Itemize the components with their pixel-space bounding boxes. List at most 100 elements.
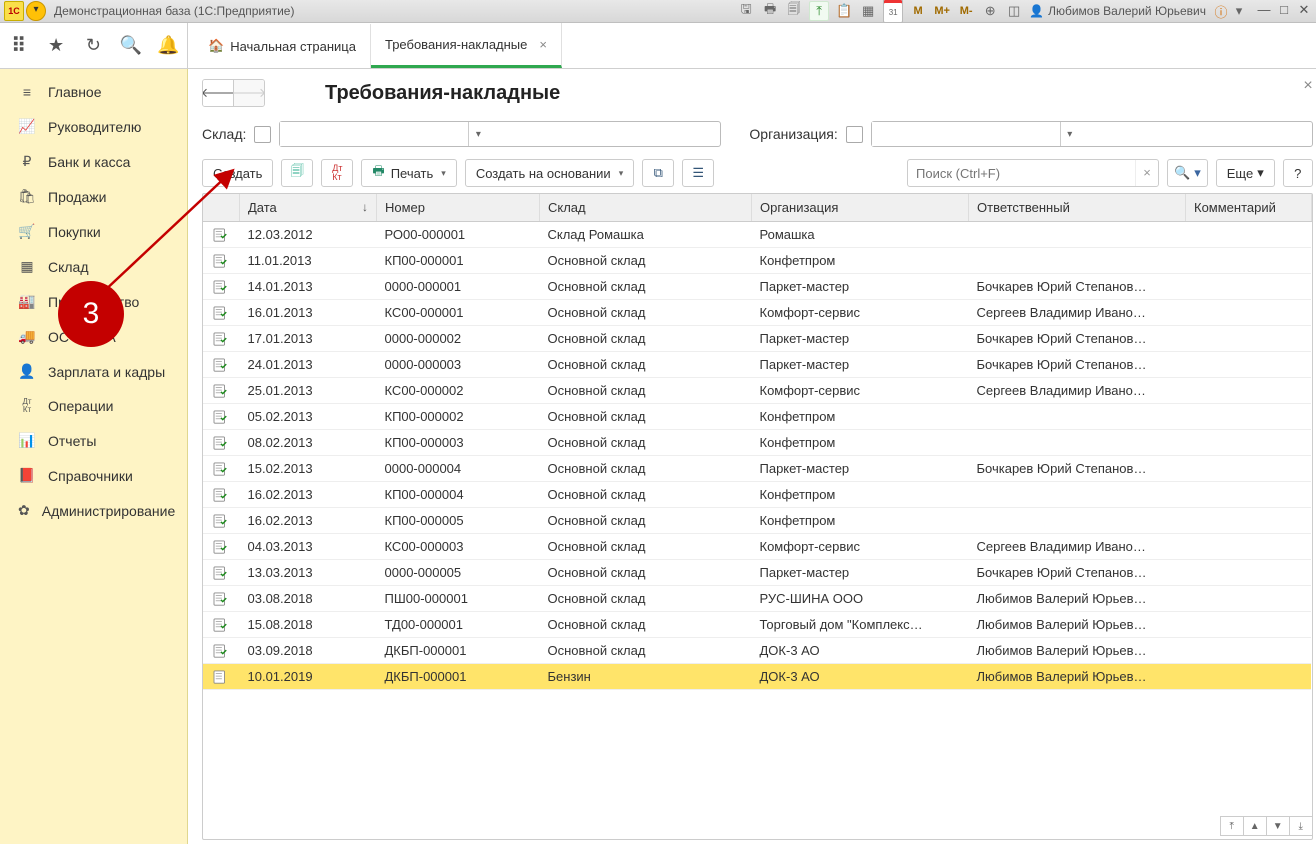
history-icon[interactable]: ↻ bbox=[82, 35, 104, 56]
cell-comment bbox=[1186, 508, 1312, 534]
sidebar-item-2[interactable]: ₽Банк и касса bbox=[0, 144, 187, 179]
back-button[interactable]: 🡐 bbox=[203, 80, 233, 106]
current-user[interactable]: 👤 Любимов Валерий Юрьевич bbox=[1029, 4, 1206, 18]
tab-home[interactable]: 🏠 Начальная страница bbox=[194, 24, 371, 68]
search-input[interactable] bbox=[908, 166, 1135, 181]
col-number-header[interactable]: Номер bbox=[377, 194, 540, 222]
save-icon[interactable]: 🖫 bbox=[737, 2, 755, 20]
table-row[interactable]: 03.08.2018ПШ00-000001Основной складРУС-Ш… bbox=[203, 586, 1311, 612]
table-row[interactable]: 10.01.2019ДКБП-000001БензинДОК-3 АОЛюбим… bbox=[203, 664, 1311, 690]
filter-warehouse-input[interactable] bbox=[280, 122, 468, 146]
col-resp-header[interactable]: Ответственный bbox=[969, 194, 1186, 222]
col-icon-header[interactable] bbox=[203, 194, 240, 222]
print-icon[interactable]: 🖶 bbox=[761, 2, 779, 20]
calendar-icon[interactable]: 31 bbox=[883, 0, 903, 23]
tab-requirements[interactable]: Требования-накладные × bbox=[371, 23, 562, 68]
table-row[interactable]: 05.02.2013КП00-000002Основной складКонфе… bbox=[203, 404, 1311, 430]
print-button[interactable]: 🖶 Печать ▾ bbox=[361, 159, 456, 187]
cell-date: 16.02.2013 bbox=[240, 508, 377, 534]
filter-org-checkbox[interactable] bbox=[846, 126, 863, 143]
compare-icon[interactable]: ⤒ bbox=[809, 1, 829, 21]
preview-icon[interactable]: 🗐 bbox=[785, 2, 803, 20]
app-menu-dropdown[interactable]: ▾ bbox=[26, 1, 46, 21]
col-org-header[interactable]: Организация bbox=[752, 194, 969, 222]
table-row[interactable]: 16.02.2013КП00-000004Основной складКонфе… bbox=[203, 482, 1311, 508]
sidebar-item-0[interactable]: ≡Главное bbox=[0, 75, 187, 109]
sidebar-item-6[interactable]: 🏭Производство bbox=[0, 284, 187, 319]
col-store-header[interactable]: Склад bbox=[540, 194, 752, 222]
sidebar-item-1[interactable]: 📈Руководителю bbox=[0, 109, 187, 144]
sidebar-item-11[interactable]: 📕Справочники bbox=[0, 458, 187, 493]
sidebar-item-5[interactable]: ▦Склад bbox=[0, 249, 187, 284]
sidebar-item-icon: 📈 bbox=[18, 118, 36, 135]
copy-doc-icon: 🗐 bbox=[291, 162, 304, 184]
table-row[interactable]: 25.01.2013КС00-000002Основной складКомфо… bbox=[203, 378, 1311, 404]
notifications-bell-icon[interactable]: 🔔 bbox=[157, 35, 179, 56]
close-window-button[interactable]: ✕ bbox=[1296, 4, 1312, 18]
copy-doc-button[interactable]: 🗐 bbox=[281, 159, 313, 187]
scroll-down-button[interactable]: ▼ bbox=[1266, 816, 1290, 836]
dtkt-button[interactable]: ДтКт bbox=[321, 159, 353, 187]
table-row[interactable]: 03.09.2018ДКБП-000001Основной складДОК-3… bbox=[203, 638, 1311, 664]
table-row[interactable]: 16.02.2013КП00-000005Основной складКонфе… bbox=[203, 508, 1311, 534]
document-icon bbox=[213, 540, 229, 554]
maximize-button[interactable]: □ bbox=[1276, 4, 1292, 18]
col-date-header[interactable]: Дата ↓ bbox=[240, 194, 377, 222]
sidebar-item-4[interactable]: 🛒Покупки bbox=[0, 214, 187, 249]
table-row[interactable]: 24.01.20130000-000003Основной складПарке… bbox=[203, 352, 1311, 378]
minimize-button[interactable]: — bbox=[1256, 4, 1272, 18]
more-button[interactable]: Еще ▾ bbox=[1216, 159, 1275, 187]
cell-resp: Сергеев Владимир Ивано… bbox=[969, 534, 1186, 560]
filter-org-dropdown[interactable]: ▾ bbox=[1060, 122, 1079, 146]
filter-warehouse-checkbox[interactable] bbox=[254, 126, 271, 143]
sidebar-item-icon: ✿ bbox=[18, 502, 30, 519]
table-row[interactable]: 13.03.20130000-000005Основной складПарке… bbox=[203, 560, 1311, 586]
dropdown-icon[interactable]: ▾ bbox=[1230, 2, 1248, 20]
page-close-button[interactable]: × bbox=[1303, 77, 1312, 95]
memory-mminus-icon[interactable]: M- bbox=[957, 2, 975, 20]
search-run-button[interactable]: 🔍 ▾ bbox=[1167, 159, 1208, 187]
sidebar-item-7[interactable]: 🚚ОС и НМА bbox=[0, 319, 187, 354]
table-row[interactable]: 11.01.2013КП00-000001Основной складКонфе… bbox=[203, 248, 1311, 274]
table-row[interactable]: 12.03.2012РО00-000001Склад РомашкаРомашк… bbox=[203, 222, 1311, 248]
table-row[interactable]: 15.08.2018ТД00-000001Основной складТорго… bbox=[203, 612, 1311, 638]
create-based-button[interactable]: Создать на основании ▾ bbox=[465, 159, 634, 187]
structure-button[interactable]: ⧉ bbox=[642, 159, 674, 187]
search-clear-button[interactable]: × bbox=[1135, 160, 1158, 186]
sidebar-item-3[interactable]: 🛍Продажи bbox=[0, 179, 187, 214]
scroll-up-button[interactable]: ▲ bbox=[1243, 816, 1267, 836]
search-icon[interactable]: 🔍 bbox=[120, 35, 142, 56]
sidebar-item-10[interactable]: 📊Отчеты bbox=[0, 423, 187, 458]
table-row[interactable]: 08.02.2013КП00-000003Основной складКонфе… bbox=[203, 430, 1311, 456]
form-view-button[interactable]: ☰ bbox=[682, 159, 714, 187]
forward-button[interactable]: 🡒 bbox=[233, 80, 264, 106]
cell-comment bbox=[1186, 300, 1312, 326]
col-comment-header[interactable]: Комментарий bbox=[1186, 194, 1312, 222]
filter-warehouse-dropdown[interactable]: ▾ bbox=[468, 122, 487, 146]
create-button[interactable]: Создать bbox=[202, 159, 273, 187]
memory-mplus-icon[interactable]: M+ bbox=[933, 2, 951, 20]
tab-close-icon[interactable]: × bbox=[539, 37, 547, 52]
clipboard-icon[interactable]: 📋 bbox=[835, 2, 853, 20]
info-icon[interactable]: ⓘ bbox=[1212, 2, 1230, 20]
sidebar-item-9[interactable]: ДтКтОперации bbox=[0, 389, 187, 423]
calculator-icon[interactable]: ▦ bbox=[859, 2, 877, 20]
table-row[interactable]: 17.01.20130000-000002Основной складПарке… bbox=[203, 326, 1311, 352]
scroll-top-button[interactable]: ⤒ bbox=[1220, 816, 1244, 836]
panels-icon[interactable]: ◫ bbox=[1005, 2, 1023, 20]
sidebar-item-8[interactable]: 👤Зарплата и кадры bbox=[0, 354, 187, 389]
cell-store: Основной склад bbox=[540, 534, 752, 560]
favorites-star-icon[interactable]: ★ bbox=[45, 35, 67, 56]
apps-grid-icon[interactable]: ⠿ bbox=[8, 33, 30, 58]
memory-m-icon[interactable]: M bbox=[909, 2, 927, 20]
filter-org-input[interactable] bbox=[872, 122, 1060, 146]
sidebar-item-12[interactable]: ✿Администрирование bbox=[0, 493, 187, 528]
table-row[interactable]: 16.01.2013КС00-000001Основной складКомфо… bbox=[203, 300, 1311, 326]
scroll-bottom-button[interactable]: ⤓ bbox=[1289, 816, 1313, 836]
table-row[interactable]: 14.01.20130000-000001Основной складПарке… bbox=[203, 274, 1311, 300]
table-row[interactable]: 15.02.20130000-000004Основной складПарке… bbox=[203, 456, 1311, 482]
help-button[interactable]: ? bbox=[1283, 159, 1313, 187]
zoom-icon[interactable]: ⊕ bbox=[981, 2, 999, 20]
chevron-down-icon: ▾ bbox=[1194, 165, 1201, 181]
table-row[interactable]: 04.03.2013КС00-000003Основной складКомфо… bbox=[203, 534, 1311, 560]
